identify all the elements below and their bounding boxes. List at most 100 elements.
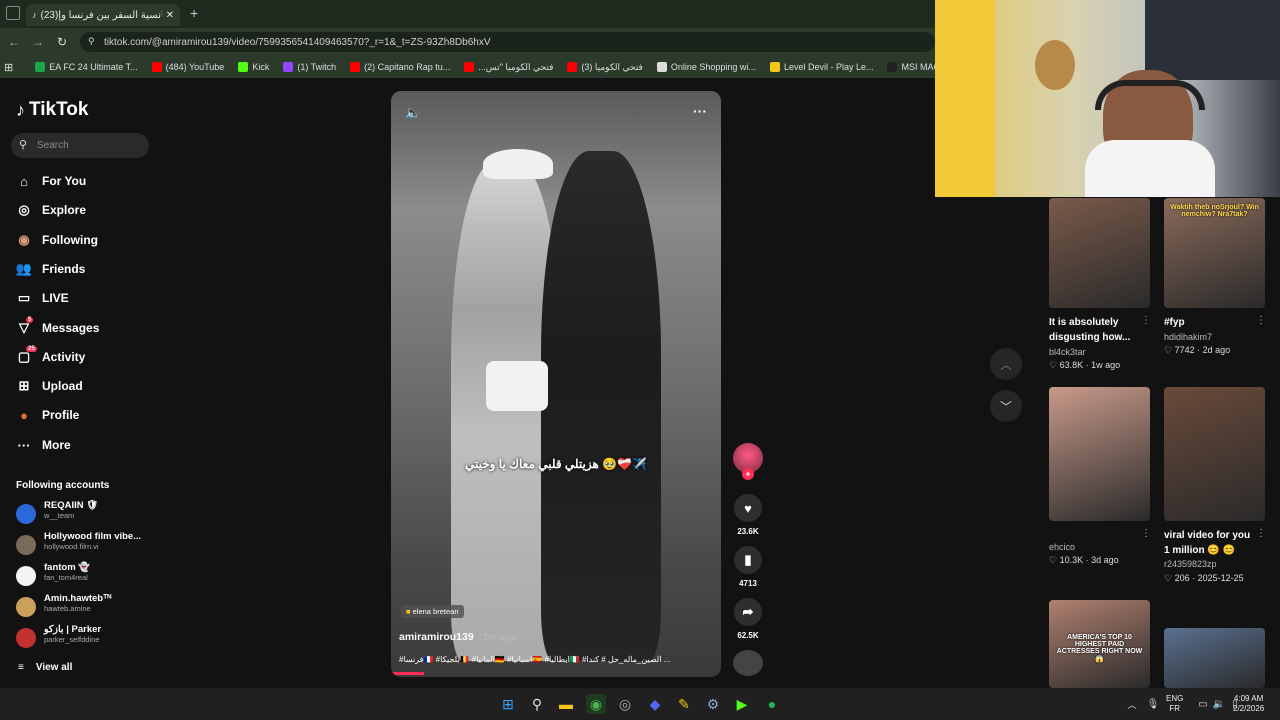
video-thumbnail[interactable]: AMERICA'S TOP 10 HIGHEST PAID ACTRESSES … (1049, 600, 1150, 688)
recommended-video-card[interactable] (1164, 628, 1265, 688)
file-explorer-icon[interactable]: ▬ (556, 694, 576, 714)
bookmark-item[interactable]: EA FC 24 Ultimate T... (35, 62, 138, 72)
site-info-icon[interactable]: ⚲ (88, 36, 95, 47)
scroll-down-button[interactable]: ﹀ (990, 390, 1022, 422)
apps-grid-icon[interactable]: ⊞ (4, 61, 13, 74)
bookmark-item[interactable]: (2) Capitano Rap tu... (350, 62, 450, 72)
browser-tab[interactable]: ♪ (23)رومانسية السفر بين فرنسا وإ... ✕ (26, 4, 180, 26)
sidebar-item-label: More (42, 438, 71, 452)
new-tab-button[interactable]: + (190, 5, 198, 21)
tab-search-icon[interactable] (6, 6, 20, 20)
sidebar-item-activity[interactable]: ▢ 25 Activity (16, 346, 146, 368)
following-account-item[interactable]: بازكو | Parker parker_selfddine (16, 624, 156, 652)
bookmark-favicon-icon (35, 62, 46, 72)
reload-icon[interactable]: ↻ (50, 35, 74, 49)
video-hashtags[interactable]: #فرنسا🇫🇷 #بلجيكا🇧🇪 #المانيا🇩🇪 #اسبانيا🇪🇸… (399, 655, 670, 664)
search-input[interactable]: ⚲ Search (11, 133, 149, 158)
sidebar-item-label: Messages (42, 321, 100, 335)
recommended-title[interactable]: #fyp (1164, 315, 1252, 330)
video-thumbnail[interactable] (1164, 387, 1265, 521)
view-all-link[interactable]: ≡ View all (18, 662, 72, 673)
sidebar-item-friends[interactable]: 👥 Friends (16, 258, 146, 280)
sidebar-item-messages[interactable]: ▽ 5 Messages (16, 317, 146, 339)
more-options-icon[interactable]: ··· (693, 103, 707, 119)
clock[interactable]: 4:09 AM 2/2/2026 (1233, 694, 1264, 714)
recommended-video-card[interactable]: Waktih theb noSrjoul? Win nemchiw? Nra7t… (1164, 198, 1265, 308)
chrome-icon[interactable]: ◉ (586, 694, 606, 714)
language-indicator[interactable]: ENG FR (1166, 694, 1183, 714)
avatar (16, 535, 36, 555)
sidebar-item-explore[interactable]: ◎ Explore (16, 199, 146, 221)
bookmark-item[interactable]: ...فتحي الكوميا "تس (464, 62, 553, 73)
account-name: fantom 👻 (44, 562, 91, 573)
bookmark-item[interactable]: Kick (238, 62, 269, 72)
discord-icon[interactable]: ◆ (645, 694, 665, 714)
recommended-video-card[interactable] (1164, 387, 1265, 521)
sidebar-item-label: Following (42, 233, 98, 247)
volume-icon[interactable]: 🔈 (405, 105, 421, 121)
sidebar-item-more[interactable]: ··· More (16, 434, 146, 456)
recommended-video-card[interactable]: AMERICA'S TOP 10 HIGHEST PAID ACTRESSES … (1049, 600, 1150, 688)
video-thumbnail[interactable]: Waktih theb noSrjoul? Win nemchiw? Nra7t… (1164, 198, 1265, 308)
music-disc-icon[interactable] (733, 650, 763, 676)
address-bar[interactable]: ⚲ tiktok.com/@amiramirou139/video/759935… (80, 32, 935, 52)
following-account-item[interactable]: Hollywood film vibe... hollywood.film.vi (16, 531, 156, 559)
video-tag[interactable]: ■ elena bretean (401, 605, 464, 618)
tiktok-logo[interactable]: ♪ TikTok (16, 99, 88, 121)
bookmark-item[interactable]: (3) فتحي الكوميا (567, 62, 643, 73)
sidebar-item-for-you[interactable]: ⌂ For You (16, 170, 146, 192)
bookmark-item[interactable]: Online Shopping wi... (656, 62, 756, 72)
recommended-author[interactable]: r24359823zp (1164, 559, 1217, 569)
lang-top: ENG (1166, 694, 1184, 703)
sidebar-item-live[interactable]: ▭ LIVE (16, 287, 146, 309)
video-progress-bar[interactable] (391, 672, 424, 675)
steam-icon[interactable]: ⚙ (703, 694, 723, 714)
like-button[interactable]: ♥ 23.6K (733, 494, 763, 536)
following-accounts-heading: Following accounts (16, 480, 110, 491)
recommended-author[interactable]: hdidihakim7 (1164, 332, 1212, 342)
video-author[interactable]: amiramirou139 · 1w ago (399, 631, 517, 643)
recommended-title[interactable]: viral video for you 1 million 😊 😊 (1164, 528, 1252, 558)
sidebar-item-profile[interactable]: ● Profile (16, 404, 146, 426)
card-more-icon[interactable]: ⋮ (1141, 528, 1151, 539)
app-icon[interactable]: ◎ (615, 694, 635, 714)
taskbar-search-icon[interactable]: ⚲ (527, 694, 547, 714)
tray-overflow-icon[interactable]: ︿ (1122, 694, 1142, 714)
bookmark-item[interactable]: (484) YouTube (151, 62, 224, 72)
share-button[interactable]: ➦ 62.5K (733, 598, 763, 640)
sidebar-item-upload[interactable]: ⊞ Upload (16, 375, 146, 397)
spotify-icon[interactable]: ● (762, 694, 782, 714)
video-thumbnail[interactable] (1049, 387, 1150, 521)
following-account-item[interactable]: Amin.hawtebᵀᴺ hawteb.amine (16, 593, 156, 621)
scroll-up-button[interactable]: ︿ (990, 348, 1022, 380)
video-thumbnail[interactable] (1049, 198, 1150, 308)
bookmark-favicon-icon (238, 62, 249, 72)
video-player[interactable]: 🔈 ··· هزيتلي قلبي معاك يا وخيتي 🥹❤️‍🩹✈️ … (391, 91, 721, 677)
recommended-video-card[interactable] (1049, 387, 1150, 521)
video-thumbnail[interactable] (1164, 628, 1265, 688)
thumbnail-overlay-text: Waktih theb noSrjoul? Win nemchiw? Nra7t… (1170, 204, 1259, 218)
editor-icon[interactable]: ✎ (674, 694, 694, 714)
card-more-icon[interactable]: ⋮ (1256, 528, 1266, 539)
microphone-icon[interactable]: 🎙 (1143, 694, 1163, 714)
sidebar-item-following[interactable]: ◉ Following (16, 229, 146, 251)
recommended-title[interactable]: It is absolutely disgusting how... (1049, 315, 1137, 345)
recommended-author[interactable]: ehcico (1049, 542, 1075, 552)
bookmark-item[interactable]: Level Devil - Play Le... (769, 62, 873, 72)
following-account-item[interactable]: REQAIIN 🛡 w__team (16, 500, 156, 528)
recommended-meta: ♡ 206 · 2025-12-25 (1164, 573, 1244, 583)
card-more-icon[interactable]: ⋮ (1141, 315, 1151, 326)
card-more-icon[interactable]: ⋮ (1256, 315, 1266, 326)
bookmark-item[interactable]: (1) Twitch (283, 62, 336, 72)
following-account-item[interactable]: fantom 👻 fan_tom4real (16, 562, 156, 590)
back-icon[interactable]: ← (2, 35, 26, 49)
tab-close-icon[interactable]: ✕ (166, 10, 180, 21)
avatar (16, 504, 36, 524)
kick-icon[interactable]: ▶ (732, 694, 752, 714)
recommended-video-card[interactable] (1049, 198, 1150, 308)
windows-start-icon[interactable]: ⊞ (498, 694, 518, 714)
follow-plus-icon[interactable]: + (742, 468, 754, 480)
forward-icon[interactable]: → (26, 35, 50, 49)
recommended-author[interactable]: bl4ck3tar (1049, 347, 1086, 357)
save-button[interactable]: ▮ 4713 (733, 546, 763, 588)
